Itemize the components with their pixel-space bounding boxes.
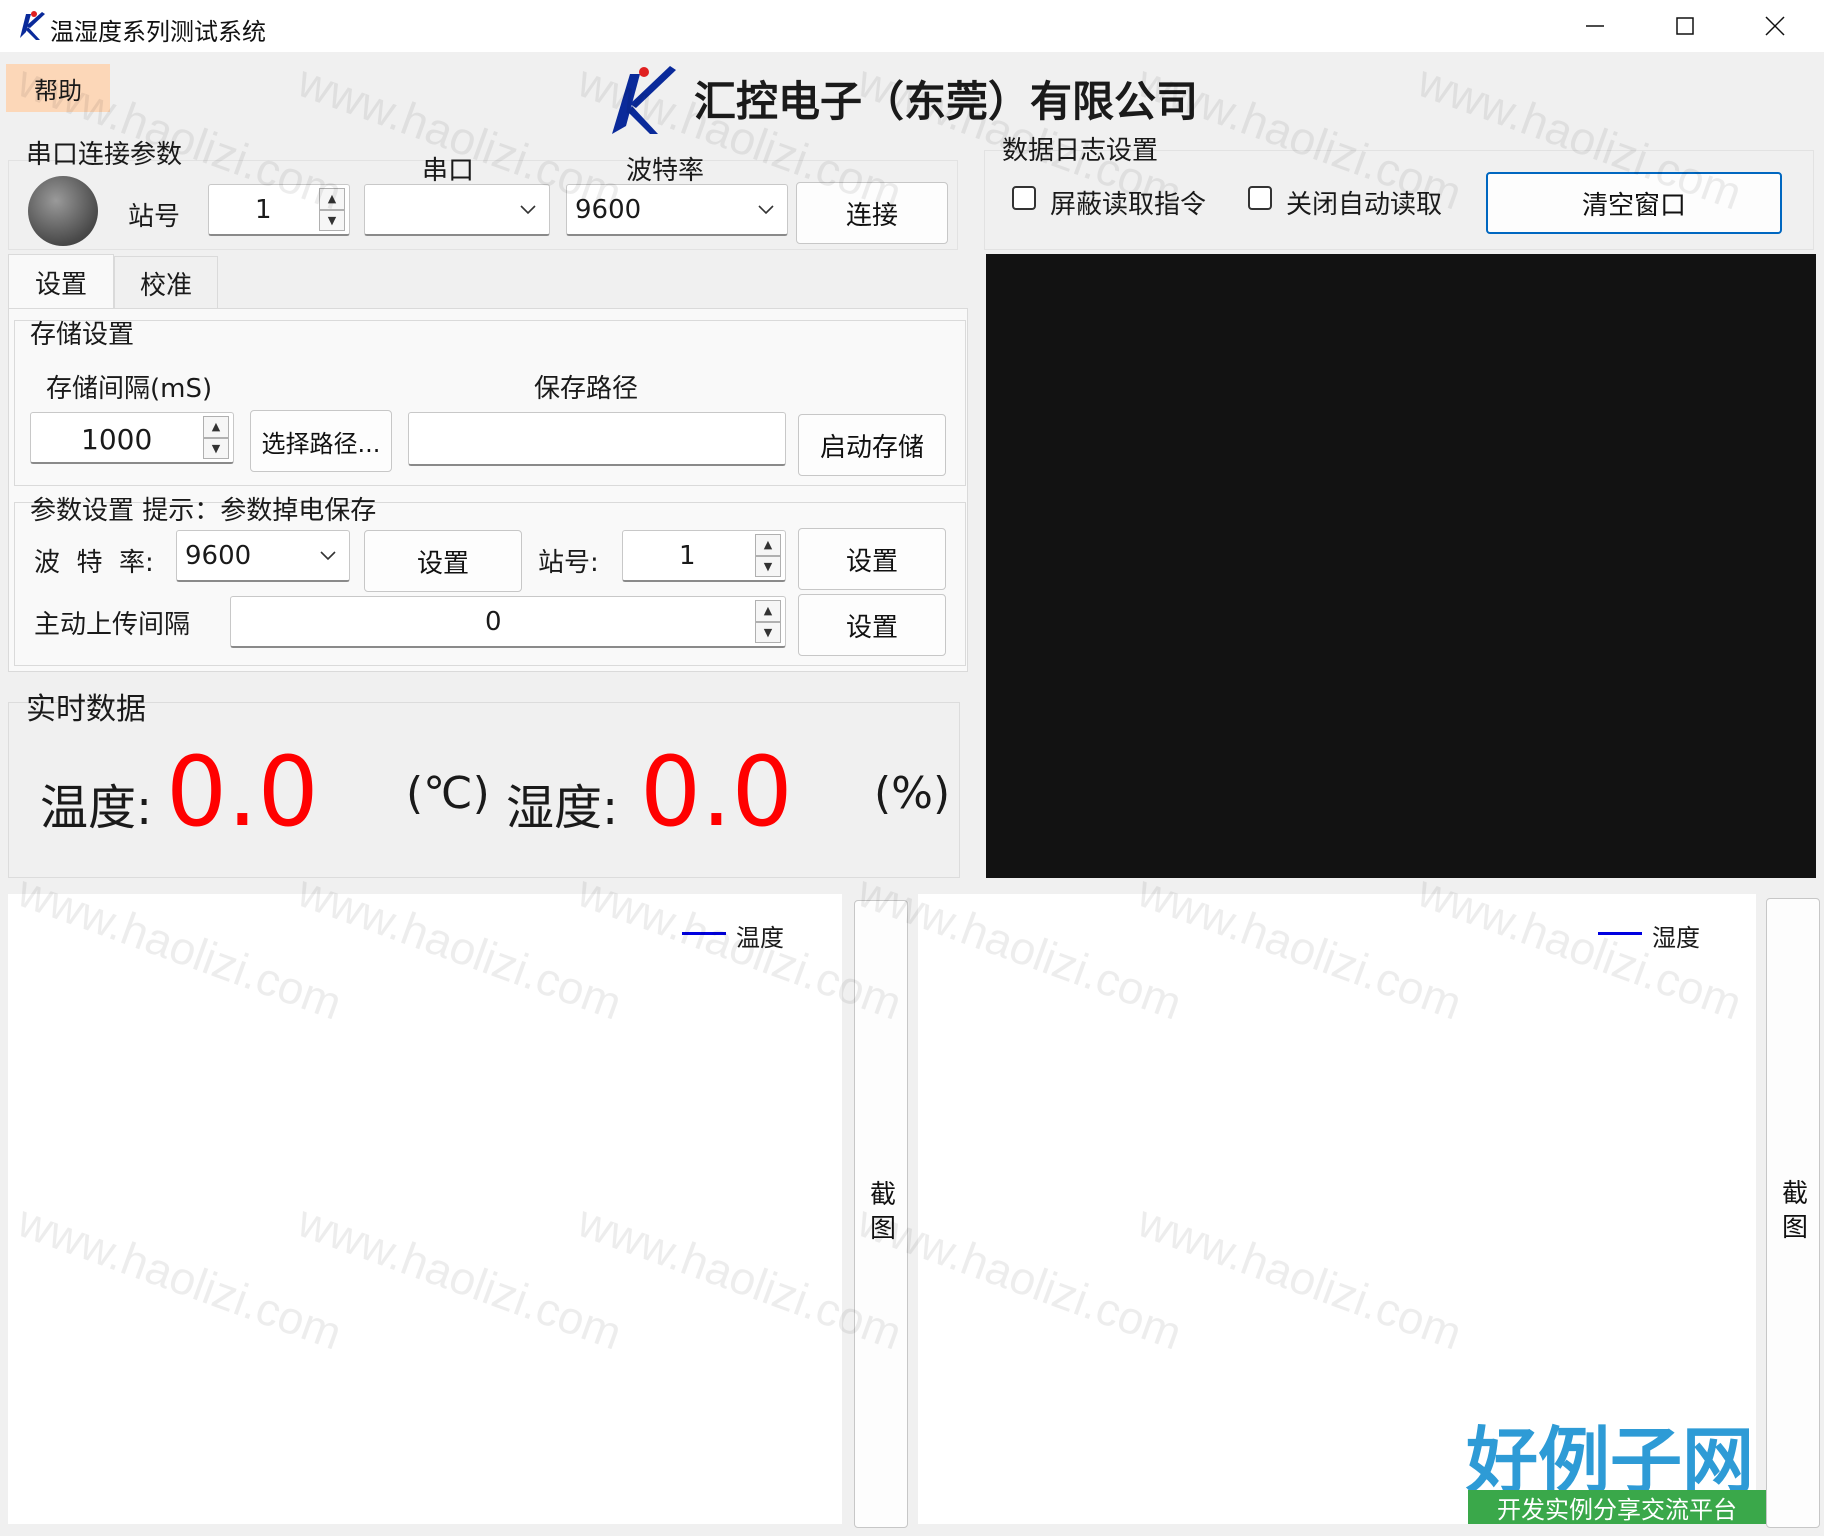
storage-section-title: 存储设置 xyxy=(30,320,135,350)
auto-read-off-label: 关闭自动读取 xyxy=(1286,190,1443,220)
mask-read-label: 屏蔽读取指令 xyxy=(1050,190,1207,220)
humidity-value: 0.0 xyxy=(640,736,793,848)
start-storage-button[interactable]: 启动存储 xyxy=(798,414,946,476)
spin-down-icon[interactable]: ▼ xyxy=(203,437,229,459)
maximize-button[interactable] xyxy=(1640,0,1730,52)
title-bar: 温湿度系列测试系统 xyxy=(0,0,1824,52)
temperature-label: 温度: xyxy=(40,780,153,836)
close-button[interactable] xyxy=(1730,0,1820,52)
spin-up-icon[interactable]: ▲ xyxy=(319,188,345,210)
param-station-set-button[interactable]: 设置 xyxy=(798,528,946,590)
spin-down-icon[interactable]: ▼ xyxy=(755,621,781,643)
param-baud-select[interactable]: 9600 xyxy=(176,530,350,582)
humidity-label: 湿度: xyxy=(506,780,619,836)
station-value: 1 xyxy=(255,195,272,225)
close-icon xyxy=(1765,16,1785,36)
humidity-screenshot-label: 截图 xyxy=(1777,1179,1808,1247)
upload-interval-label: 主动上传间隔 xyxy=(34,610,191,640)
temperature-value: 0.0 xyxy=(166,736,319,848)
mask-read-checkbox[interactable] xyxy=(1012,186,1036,210)
upload-interval-spin-arrows[interactable]: ▲ ▼ xyxy=(755,600,781,643)
company-name: 汇控电子（东莞）有限公司 xyxy=(694,77,1199,126)
connect-button[interactable]: 连接 xyxy=(796,182,948,244)
spin-up-icon[interactable]: ▲ xyxy=(203,416,229,438)
clear-window-button[interactable]: 清空窗口 xyxy=(1486,172,1782,234)
save-path-field[interactable] xyxy=(408,412,786,466)
storage-interval-spin-arrows[interactable]: ▲ ▼ xyxy=(203,416,229,459)
station-spin-arrows[interactable]: ▲ ▼ xyxy=(319,188,345,231)
upload-interval-set-button[interactable]: 设置 xyxy=(798,594,946,656)
humidity-unit: (%) xyxy=(874,768,951,819)
site-badge: 好例子网 开发实例分享交流平台 xyxy=(1460,1402,1768,1524)
temperature-legend-line xyxy=(682,932,726,935)
maximize-icon xyxy=(1676,17,1694,35)
param-baud-label: 波 特 率: xyxy=(34,548,154,578)
baud-select[interactable]: 9600 xyxy=(566,184,788,236)
baud-header: 波特率 xyxy=(626,156,705,186)
storage-interval-value: 1000 xyxy=(81,423,153,456)
minimize-icon xyxy=(1586,25,1604,27)
port-header: 串口 xyxy=(422,156,475,186)
company-logo-icon xyxy=(600,60,680,138)
connection-status-indicator xyxy=(28,176,98,246)
save-path-header: 保存路径 xyxy=(534,374,639,404)
app-logo-icon xyxy=(12,8,46,42)
choose-path-button[interactable]: 选择路径... xyxy=(250,410,392,472)
site-badge-subtitle: 开发实例分享交流平台 xyxy=(1468,1490,1766,1524)
station-label: 站号 xyxy=(128,202,181,232)
upload-interval-spinbox[interactable]: 0 ▲ ▼ xyxy=(230,596,786,648)
chevron-down-icon xyxy=(520,204,536,214)
param-baud-set-button[interactable]: 设置 xyxy=(364,530,522,592)
temperature-legend-label: 温度 xyxy=(736,924,784,952)
window-title: 温湿度系列测试系统 xyxy=(50,18,266,46)
help-menu[interactable]: 帮助 xyxy=(6,64,110,112)
chevron-down-icon xyxy=(758,204,774,214)
humidity-legend-line xyxy=(1598,932,1642,935)
humidity-screenshot-button[interactable]: 截图 xyxy=(1766,898,1820,1528)
temperature-screenshot-button[interactable]: 截图 xyxy=(854,900,908,1528)
param-baud-value: 9600 xyxy=(185,541,252,571)
spin-down-icon[interactable]: ▼ xyxy=(755,555,781,577)
minimize-button[interactable] xyxy=(1550,0,1640,52)
port-select[interactable] xyxy=(364,184,550,236)
temperature-chart[interactable]: 温度 xyxy=(8,894,842,1524)
tab-calibration[interactable]: 校准 xyxy=(114,256,218,310)
humidity-legend-label: 湿度 xyxy=(1652,924,1700,952)
spin-up-icon[interactable]: ▲ xyxy=(755,534,781,556)
log-console[interactable] xyxy=(986,254,1816,878)
spin-up-icon[interactable]: ▲ xyxy=(755,600,781,622)
auto-read-off-checkbox[interactable] xyxy=(1248,186,1272,210)
storage-interval-label: 存储间隔(mS) xyxy=(46,374,213,404)
param-station-spin-arrows[interactable]: ▲ ▼ xyxy=(755,534,781,577)
realtime-section-title: 实时数据 xyxy=(26,692,146,727)
temperature-unit: (℃) xyxy=(406,768,490,819)
tab-settings[interactable]: 设置 xyxy=(8,254,114,310)
params-section-title: 参数设置 提示：参数掉电保存 xyxy=(30,496,377,526)
chevron-down-icon xyxy=(320,550,336,560)
baud-value: 9600 xyxy=(575,195,642,225)
station-spinbox[interactable]: 1 ▲ ▼ xyxy=(208,184,350,236)
param-station-spinbox[interactable]: 1 ▲ ▼ xyxy=(622,530,786,582)
spin-down-icon[interactable]: ▼ xyxy=(319,209,345,231)
param-station-value: 1 xyxy=(679,541,696,571)
param-station-label: 站号: xyxy=(538,548,599,578)
upload-interval-value: 0 xyxy=(485,607,502,637)
app-window: 温湿度系列测试系统 帮助 汇控电子（东莞）有限公司 串口连接参数 站号 1 ▲ ▼… xyxy=(0,0,1824,1536)
storage-interval-spinbox[interactable]: 1000 ▲ ▼ xyxy=(30,412,234,464)
temperature-screenshot-label: 截图 xyxy=(865,1180,896,1248)
serial-group-title: 串口连接参数 xyxy=(26,140,183,170)
log-settings-title: 数据日志设置 xyxy=(1002,136,1159,166)
